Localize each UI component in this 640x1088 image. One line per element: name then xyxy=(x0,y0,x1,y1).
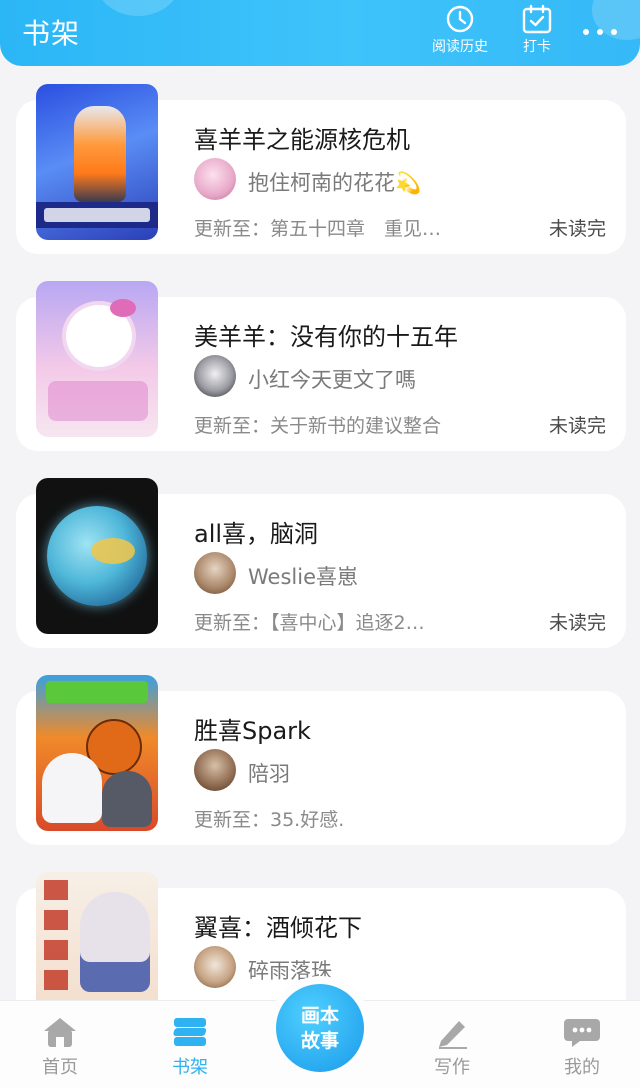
reading-history-button[interactable]: 阅读历史 xyxy=(426,4,494,56)
header-decoration xyxy=(96,0,180,16)
pen-icon xyxy=(412,1015,492,1049)
latest-update: 更新至：第五十四章 重见… xyxy=(194,218,442,240)
nav-mine[interactable]: 我的 xyxy=(542,1015,622,1079)
nav-write-label: 写作 xyxy=(434,1057,470,1078)
nav-home-label: 首页 xyxy=(42,1057,78,1078)
author-avatar[interactable] xyxy=(194,749,236,791)
author-name[interactable]: 抱住柯南的花花💫 xyxy=(248,167,421,197)
clock-icon xyxy=(426,4,494,34)
reading-status: 未读完 xyxy=(548,415,606,437)
picture-story-label-2: 故事 xyxy=(300,1030,339,1052)
nav-bookshelf[interactable]: 书架 xyxy=(150,1015,230,1079)
top-header: 书架 阅读历史 打卡 xyxy=(0,0,640,66)
more-options-icon[interactable] xyxy=(580,22,620,42)
book-title: 喜羊羊之能源核危机 xyxy=(194,126,410,154)
author-name[interactable]: 小红今天更文了嗎 xyxy=(248,364,416,394)
book-cover[interactable] xyxy=(36,675,158,831)
home-icon xyxy=(20,1015,100,1049)
nav-write[interactable]: 写作 xyxy=(412,1015,492,1079)
book-title: 胜喜Spark xyxy=(194,717,311,745)
author-avatar[interactable] xyxy=(194,158,236,200)
calendar-check-icon xyxy=(514,4,560,34)
author-avatar[interactable] xyxy=(194,946,236,988)
chat-bubble-icon xyxy=(542,1015,622,1049)
bookshelf-icon xyxy=(150,1015,230,1049)
latest-update: 更新至：35.好感. xyxy=(194,809,345,831)
reading-history-label: 阅读历史 xyxy=(432,39,488,55)
nav-bookshelf-label: 书架 xyxy=(172,1057,208,1078)
book-title: all喜，脑洞 xyxy=(194,520,319,548)
latest-update: 更新至：【喜中心】追逐2… xyxy=(194,612,425,634)
reading-status: 未读完 xyxy=(548,218,606,240)
latest-update: 更新至：关于新书的建议整合 xyxy=(194,415,442,437)
author-name[interactable]: Weslie喜崽 xyxy=(248,561,358,591)
author-avatar[interactable] xyxy=(194,552,236,594)
book-cover[interactable] xyxy=(36,281,158,437)
book-title: 翼喜：酒倾花下 xyxy=(194,914,362,942)
book-list[interactable]: 喜羊羊之能源核危机 抱住柯南的花花💫 更新至：第五十四章 重见… 未读完 美羊羊… xyxy=(0,66,640,1000)
picture-story-button[interactable]: 画本 故事 xyxy=(276,984,364,1072)
checkin-label: 打卡 xyxy=(523,39,551,55)
checkin-button[interactable]: 打卡 xyxy=(514,4,560,56)
picture-story-label-1: 画本 xyxy=(300,1005,339,1027)
author-avatar[interactable] xyxy=(194,355,236,397)
author-name[interactable]: 陪羽 xyxy=(248,758,290,788)
reading-status: 未读完 xyxy=(548,612,606,634)
book-cover[interactable] xyxy=(36,84,158,240)
book-cover[interactable] xyxy=(36,872,158,1000)
book-cover[interactable] xyxy=(36,478,158,634)
nav-home[interactable]: 首页 xyxy=(20,1015,100,1079)
nav-mine-label: 我的 xyxy=(564,1057,600,1078)
page-title: 书架 xyxy=(22,17,81,50)
book-title: 美羊羊：没有你的十五年 xyxy=(194,323,458,351)
